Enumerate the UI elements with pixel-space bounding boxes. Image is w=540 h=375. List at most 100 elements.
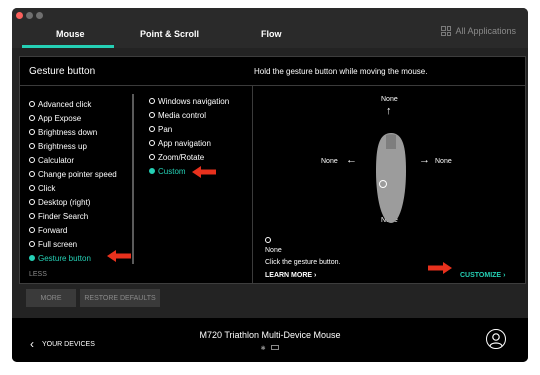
annotation-arrow-icon xyxy=(428,262,452,274)
gesture-left-action[interactable]: None xyxy=(321,158,338,165)
radio-button-selected[interactable] xyxy=(149,168,155,174)
option-label: Custom xyxy=(158,166,186,176)
gesture-option-zoom-rotate[interactable]: Zoom/Rotate xyxy=(149,150,249,164)
option-label: App navigation xyxy=(158,138,211,148)
option-label: Pan xyxy=(158,124,173,134)
action-label: Brightness down xyxy=(38,127,98,137)
action-item-advanced-click[interactable]: Advanced click xyxy=(29,97,129,111)
action-label: Click xyxy=(38,183,56,193)
title-bar: Mouse Point & Scroll Flow All Applicatio… xyxy=(12,8,528,48)
action-label: Full screen xyxy=(38,239,78,249)
action-list-scrollbar[interactable] xyxy=(132,94,134,264)
radio-button[interactable] xyxy=(29,171,35,177)
action-label: Desktop (right) xyxy=(38,197,91,207)
grid-icon xyxy=(441,26,452,36)
action-label: Gesture button xyxy=(38,253,91,263)
device-status-icons: ✱ xyxy=(12,345,528,352)
action-item-brightness-down[interactable]: Brightness down xyxy=(29,125,129,139)
action-item-desktop-right[interactable]: Desktop (right) xyxy=(29,195,129,209)
divider xyxy=(252,86,253,283)
divider xyxy=(20,85,525,86)
mouse-wheel xyxy=(386,134,396,149)
action-label: Advanced click xyxy=(38,99,92,109)
action-label: Finder Search xyxy=(38,211,89,221)
radio-button[interactable] xyxy=(29,115,35,121)
device-name: M720 Triathlon Multi-Device Mouse xyxy=(199,330,341,340)
action-label: Calculator xyxy=(38,155,75,165)
action-item-change-pointer-speed[interactable]: Change pointer speed xyxy=(29,167,129,181)
radio-button[interactable] xyxy=(29,199,35,205)
radio-button[interactable] xyxy=(29,241,35,247)
action-item-app-expose[interactable]: App Expose xyxy=(29,111,129,125)
tab-mouse[interactable]: Mouse xyxy=(56,29,85,39)
all-applications-label: All Applications xyxy=(455,26,516,36)
less-toggle[interactable]: LESS xyxy=(29,271,47,278)
gesture-option-windows-navigation[interactable]: Windows navigation xyxy=(149,94,249,108)
customize-link[interactable]: CUSTOMIZE › xyxy=(460,272,505,279)
tab-flow[interactable]: Flow xyxy=(261,29,282,39)
account-avatar-icon[interactable] xyxy=(486,329,506,349)
gesture-option-media-control[interactable]: Media control xyxy=(149,108,249,122)
radio-button[interactable] xyxy=(29,101,35,107)
radio-button[interactable] xyxy=(29,213,35,219)
option-label: Windows navigation xyxy=(158,96,230,106)
chevron-right-icon: › xyxy=(503,272,506,279)
close-window-button[interactable] xyxy=(16,12,23,19)
radio-button[interactable] xyxy=(149,154,155,160)
radio-button[interactable] xyxy=(149,98,155,104)
mouse-illustration xyxy=(376,133,406,223)
gesture-right-action[interactable]: None xyxy=(435,158,452,165)
more-button[interactable]: MORE xyxy=(26,289,76,307)
minimize-window-button[interactable] xyxy=(26,12,33,19)
action-item-forward[interactable]: Forward xyxy=(29,223,129,237)
gesture-up-action[interactable]: None xyxy=(381,96,398,103)
gesture-option-app-navigation[interactable]: App navigation xyxy=(149,136,249,150)
action-item-brightness-up[interactable]: Brightness up xyxy=(29,139,129,153)
arrow-up-icon: ↑ xyxy=(386,105,392,117)
option-label: Zoom/Rotate xyxy=(158,152,205,162)
radio-button[interactable] xyxy=(29,157,35,163)
action-label: Brightness up xyxy=(38,141,87,151)
restore-defaults-button[interactable]: RESTORE DEFAULTS xyxy=(80,289,160,307)
tab-point-scroll[interactable]: Point & Scroll xyxy=(140,29,199,39)
radio-button[interactable] xyxy=(149,112,155,118)
panel-title: Gesture button xyxy=(29,66,96,77)
radio-button[interactable] xyxy=(29,143,35,149)
radio-button[interactable] xyxy=(265,237,271,243)
action-list: Advanced click App Expose Brightness dow… xyxy=(29,97,129,265)
gesture-instruction: Hold the gesture button while moving the… xyxy=(254,67,428,76)
app-window: Mouse Point & Scroll Flow All Applicatio… xyxy=(12,8,528,362)
click-action-value: None xyxy=(265,247,282,254)
learn-more-link[interactable]: LEARN MORE › xyxy=(265,272,316,279)
zoom-window-button[interactable] xyxy=(36,12,43,19)
bluetooth-icon: ✱ xyxy=(260,346,266,352)
annotation-arrow-icon xyxy=(192,166,216,178)
all-applications-button[interactable]: All Applications xyxy=(441,26,516,36)
action-label: Forward xyxy=(38,225,68,235)
action-item-finder-search[interactable]: Finder Search xyxy=(29,209,129,223)
arrow-left-icon: ← xyxy=(346,154,357,166)
action-label: Change pointer speed xyxy=(38,169,117,179)
learn-more-label: LEARN MORE xyxy=(265,272,313,279)
click-action-description: Click the gesture button. xyxy=(265,259,341,266)
annotation-arrow-icon xyxy=(107,250,131,262)
radio-button[interactable] xyxy=(149,126,155,132)
radio-button-selected[interactable] xyxy=(29,255,35,261)
action-item-full-screen[interactable]: Full screen xyxy=(29,237,129,251)
action-label: App Expose xyxy=(38,113,82,123)
radio-button[interactable] xyxy=(29,227,35,233)
gesture-option-pan[interactable]: Pan xyxy=(149,122,249,136)
battery-icon xyxy=(271,345,280,350)
footer-bar: ‹ YOUR DEVICES M720 Triathlon Multi-Devi… xyxy=(12,318,528,362)
option-label: Media control xyxy=(158,110,207,120)
action-item-click[interactable]: Click xyxy=(29,181,129,195)
radio-button[interactable] xyxy=(149,140,155,146)
customize-label: CUSTOMIZE xyxy=(460,272,502,279)
action-item-calculator[interactable]: Calculator xyxy=(29,153,129,167)
arrow-right-icon: → xyxy=(419,154,430,166)
gesture-panel: Gesture button Hold the gesture button w… xyxy=(19,56,526,284)
radio-button[interactable] xyxy=(29,129,35,135)
active-tab-indicator xyxy=(22,45,114,48)
chevron-right-icon: › xyxy=(314,272,317,279)
radio-button[interactable] xyxy=(29,185,35,191)
